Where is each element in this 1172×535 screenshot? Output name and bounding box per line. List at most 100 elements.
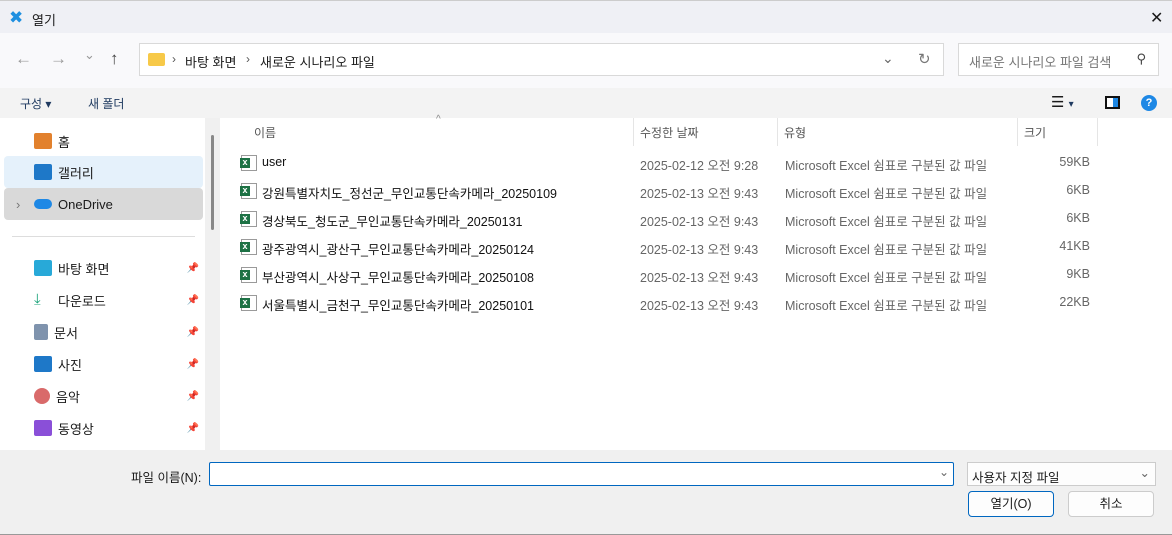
pin-icon: 📌 [186, 262, 199, 274]
desktop-icon [34, 260, 52, 276]
recent-locations-button[interactable]: ⌄ [84, 47, 95, 63]
home-icon [34, 133, 52, 149]
file-type: Microsoft Excel 쉼표로 구분된 값 파일 [785, 271, 988, 285]
help-icon[interactable]: ? [1141, 95, 1157, 111]
bottom-panel: 파일 이름(N): ⌄ 사용자 지정 파일 ⌄ 열기(O) 취소 [0, 450, 1172, 535]
open-button[interactable]: 열기(O) [968, 491, 1054, 517]
file-row[interactable]: user 2025-02-12 오전 9:28 Microsoft Excel … [236, 148, 1116, 176]
sidebar-item-downloads[interactable]: ⤓ 다운로드 📌 [4, 284, 203, 316]
document-icon [34, 324, 48, 340]
file-row[interactable]: 경상북도_청도군_무인교통단속카메라_20250131 2025-02-13 오… [236, 204, 1116, 232]
cancel-button[interactable]: 취소 [1068, 491, 1154, 517]
excel-csv-file-icon [240, 211, 257, 227]
excel-csv-file-icon [240, 155, 257, 171]
sidebar-item-label: 홈 [58, 134, 70, 150]
window-title: 열기 [32, 13, 56, 28]
sidebar-item-label: 사진 [58, 357, 82, 373]
address-dropdown-icon[interactable]: ⌄ [882, 50, 894, 67]
refresh-button[interactable]: ↻ [918, 50, 931, 68]
breadcrumb-desktop[interactable]: 바탕 화면 [185, 52, 236, 71]
sidebar-item-gallery[interactable]: 갤러리 [4, 156, 203, 188]
file-row[interactable]: 광주광역시_광산구_무인교통단속카메라_20250124 2025-02-13 … [236, 232, 1116, 260]
up-button[interactable]: ↑ [110, 49, 119, 69]
sidebar-item-label: 동영상 [58, 421, 94, 437]
search-input[interactable]: 새로운 시나리오 파일 검색 ⚲ [958, 43, 1159, 76]
music-icon [34, 388, 50, 404]
chevron-down-icon: ⌄ [1139, 466, 1150, 480]
view-options-icon[interactable]: ☰ ▾ [1051, 93, 1074, 111]
file-date: 2025-02-13 오전 9:43 [640, 243, 759, 257]
file-name: 부산광역시_사상구_무인교통단속카메라_20250108 [262, 271, 534, 285]
back-button[interactable]: ← [15, 49, 32, 69]
file-size: 6KB [1066, 211, 1090, 225]
file-size: 41KB [1059, 239, 1090, 253]
new-folder-button[interactable]: 새 폴더 [88, 95, 124, 112]
sidebar-item-desktop[interactable]: 바탕 화면 📌 [4, 252, 203, 284]
file-date: 2025-02-12 오전 9:28 [640, 159, 759, 173]
filetype-value: 사용자 지정 파일 [972, 471, 1060, 485]
scrollbar-thumb[interactable] [211, 135, 214, 230]
preview-pane-icon[interactable] [1105, 96, 1120, 109]
expand-chevron-icon: › [16, 196, 21, 212]
filename-input[interactable]: ⌄ [209, 462, 954, 486]
pin-icon: 📌 [186, 422, 199, 434]
file-row[interactable]: 부산광역시_사상구_무인교통단속카메라_20250108 2025-02-13 … [236, 260, 1116, 288]
column-label: 유형 [784, 126, 807, 140]
pin-icon: 📌 [186, 390, 199, 402]
file-size: 6KB [1066, 183, 1090, 197]
sidebar-item-label: OneDrive [58, 196, 113, 212]
sidebar-item-pictures[interactable]: 사진 📌 [4, 348, 203, 380]
file-size: 9KB [1066, 267, 1090, 281]
file-row[interactable]: 서울특별시_금천구_무인교통단속카메라_20250101 2025-02-13 … [236, 288, 1116, 316]
app-icon: ✖ [9, 8, 24, 27]
file-type: Microsoft Excel 쉼표로 구분된 값 파일 [785, 187, 988, 201]
sidebar-item-documents[interactable]: 문서 📌 [4, 316, 203, 348]
file-name: 서울특별시_금천구_무인교통단속카메라_20250101 [262, 299, 534, 313]
file-type: Microsoft Excel 쉼표로 구분된 값 파일 [785, 159, 988, 173]
forward-button[interactable]: → [50, 49, 67, 69]
column-header-size[interactable]: 크기 [1018, 118, 1098, 146]
excel-csv-file-icon [240, 183, 257, 199]
filename-label: 파일 이름(N): [131, 471, 202, 485]
close-button[interactable]: ✕ [1150, 8, 1163, 28]
divider [12, 236, 195, 237]
sidebar-item-music[interactable]: 음악 📌 [4, 380, 203, 412]
column-header-date[interactable]: 수정한 날짜 [634, 118, 778, 146]
pin-icon: 📌 [186, 326, 199, 338]
address-bar[interactable]: › 바탕 화면 › 새로운 시나리오 파일 ⌄ ↻ [139, 43, 944, 76]
gallery-icon [34, 164, 52, 180]
excel-csv-file-icon [240, 239, 257, 255]
video-icon [34, 420, 52, 436]
sidebar-item-label: 바탕 화면 [58, 261, 110, 277]
chevron-right-icon: › [172, 52, 176, 66]
sidebar-item-label: 문서 [54, 325, 78, 341]
file-row[interactable]: 강원특별자치도_정선군_무인교통단속카메라_20250109 2025-02-1… [236, 176, 1116, 204]
file-date: 2025-02-13 오전 9:43 [640, 215, 759, 229]
search-icon: ⚲ [1136, 51, 1146, 66]
file-type: Microsoft Excel 쉼표로 구분된 값 파일 [785, 243, 988, 257]
download-icon: ⤓ [34, 291, 41, 308]
sidebar-scrollbar[interactable] [205, 118, 220, 450]
breadcrumb-folder[interactable]: 새로운 시나리오 파일 [260, 52, 375, 71]
file-date: 2025-02-13 오전 9:43 [640, 299, 759, 313]
file-size: 59KB [1059, 155, 1090, 169]
column-header-name[interactable]: 이름 [248, 118, 634, 146]
filetype-select[interactable]: 사용자 지정 파일 ⌄ [967, 462, 1156, 486]
chevron-down-icon[interactable]: ⌄ [939, 465, 949, 479]
sidebar-item-home[interactable]: 홈 [4, 125, 203, 157]
pin-icon: 📌 [186, 294, 199, 306]
file-date: 2025-02-13 오전 9:43 [640, 271, 759, 285]
sidebar-item-videos[interactable]: 동영상 📌 [4, 412, 203, 444]
chevron-right-icon: › [246, 52, 250, 66]
sidebar-item-label: 갤러리 [58, 165, 94, 181]
organize-label: 구성 [20, 97, 43, 111]
folder-icon [148, 53, 165, 66]
pictures-icon [34, 356, 52, 372]
sidebar-item-onedrive[interactable]: › OneDrive [4, 188, 203, 220]
organize-button[interactable]: 구성 ▾ [20, 95, 51, 112]
column-header-type[interactable]: 유형 [778, 118, 1018, 146]
file-type: Microsoft Excel 쉼표로 구분된 값 파일 [785, 215, 988, 229]
pin-icon: 📌 [186, 358, 199, 370]
sidebar-item-label: 음악 [56, 389, 80, 405]
column-label: 수정한 날짜 [640, 126, 699, 140]
